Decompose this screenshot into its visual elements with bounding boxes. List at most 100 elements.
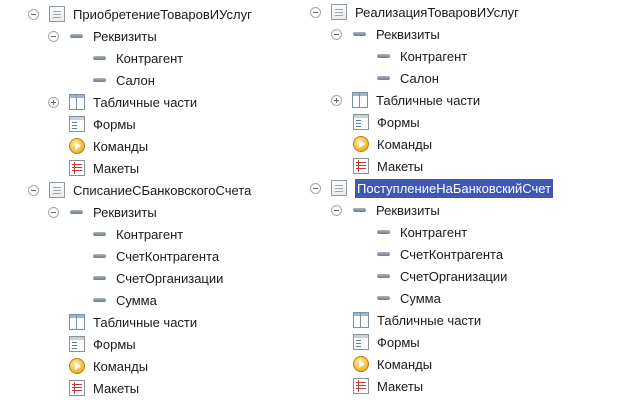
requisite-item[interactable]: СчетКонтрагента	[376, 243, 503, 265]
requisites-label[interactable]: Реквизиты	[93, 29, 157, 44]
document-node[interactable]: ПриобретениеТоваровИУслуг	[28, 3, 252, 25]
requisite-label[interactable]: Сумма	[400, 291, 441, 306]
requisites-node[interactable]: Реквизиты	[331, 23, 440, 45]
template-icon	[69, 160, 85, 176]
templates-label[interactable]: Макеты	[377, 159, 423, 174]
commands-label[interactable]: Команды	[93, 359, 148, 374]
document-name[interactable]: СписаниеСБанковскогоСчета	[73, 183, 251, 198]
command-icon	[69, 358, 85, 374]
document-node[interactable]: РеализацияТоваровИУслуг	[310, 1, 519, 23]
requisite-item[interactable]: Контрагент	[92, 47, 183, 69]
collapse-toggle-icon[interactable]	[48, 206, 59, 218]
templates-node[interactable]: Макеты	[69, 377, 139, 399]
requisite-item[interactable]: СчетКонтрагента	[92, 245, 219, 267]
requisite-item[interactable]: Контрагент	[376, 45, 467, 67]
document-name-selected[interactable]: ПоступлениеНаБанковскийСчет	[355, 178, 554, 198]
attribute-icon	[92, 292, 108, 308]
templates-node[interactable]: Макеты	[353, 155, 423, 177]
requisites-label[interactable]: Реквизиты	[93, 205, 157, 220]
collapse-toggle-icon[interactable]	[28, 184, 39, 196]
collapse-toggle-icon[interactable]	[28, 8, 39, 20]
commands-node[interactable]: Команды	[353, 133, 432, 155]
document-name[interactable]: РеализацияТоваровИУслуг	[355, 5, 519, 20]
tabular-parts-label[interactable]: Табличные части	[93, 315, 197, 330]
requisite-item[interactable]: Сумма	[92, 289, 157, 311]
tabular-parts-node[interactable]: Табличные части	[331, 89, 480, 111]
collapse-toggle-icon[interactable]	[331, 28, 342, 40]
forms-label[interactable]: Формы	[93, 337, 136, 352]
requisite-item[interactable]: Контрагент	[376, 221, 467, 243]
commands-node[interactable]: Команды	[353, 353, 432, 375]
form-icon	[69, 116, 85, 132]
document-icon	[49, 182, 65, 198]
table-icon	[69, 314, 85, 330]
forms-node[interactable]: Формы	[353, 331, 420, 353]
templates-label[interactable]: Макеты	[93, 161, 139, 176]
tabular-parts-label[interactable]: Табличные части	[376, 93, 480, 108]
requisite-item[interactable]: Контрагент	[92, 223, 183, 245]
commands-label[interactable]: Команды	[377, 357, 432, 372]
commands-label[interactable]: Команды	[93, 139, 148, 154]
commands-node[interactable]: Команды	[69, 355, 148, 377]
requisites-icon	[352, 202, 368, 218]
requisite-label[interactable]: СчетКонтрагента	[400, 247, 503, 262]
requisite-label[interactable]: СчетОрганизации	[116, 271, 223, 286]
commands-label[interactable]: Команды	[377, 137, 432, 152]
requisites-node[interactable]: Реквизиты	[331, 199, 440, 221]
requisite-item[interactable]: СчетОрганизации	[376, 265, 507, 287]
forms-label[interactable]: Формы	[377, 115, 420, 130]
tabular-parts-node[interactable]: Табличные части	[48, 91, 197, 113]
attribute-icon	[376, 70, 392, 86]
document-name[interactable]: ПриобретениеТоваровИУслуг	[73, 7, 252, 22]
templates-label[interactable]: Макеты	[377, 379, 423, 394]
collapse-toggle-icon[interactable]	[48, 30, 59, 42]
requisites-icon	[69, 28, 85, 44]
requisite-label[interactable]: СчетОрганизации	[400, 269, 507, 284]
requisite-item[interactable]: Сумма	[376, 287, 441, 309]
requisites-node[interactable]: Реквизиты	[48, 25, 157, 47]
form-icon	[353, 334, 369, 350]
tabular-parts-node[interactable]: Табличные части	[69, 311, 197, 333]
document-icon	[331, 4, 347, 20]
templates-node[interactable]: Макеты	[353, 375, 423, 397]
forms-label[interactable]: Формы	[377, 335, 420, 350]
expand-toggle-icon[interactable]	[331, 94, 342, 106]
requisites-icon	[352, 26, 368, 42]
requisite-label[interactable]: Салон	[400, 71, 439, 86]
forms-node[interactable]: Формы	[69, 113, 136, 135]
template-icon	[69, 380, 85, 396]
requisite-item[interactable]: Салон	[376, 67, 439, 89]
requisite-label[interactable]: Контрагент	[116, 51, 183, 66]
requisite-item[interactable]: Салон	[92, 69, 155, 91]
requisite-label[interactable]: Контрагент	[116, 227, 183, 242]
templates-node[interactable]: Макеты	[69, 157, 139, 179]
templates-label[interactable]: Макеты	[93, 381, 139, 396]
command-icon	[69, 138, 85, 154]
tabular-parts-label[interactable]: Табличные части	[93, 95, 197, 110]
collapse-toggle-icon[interactable]	[310, 182, 321, 194]
document-node[interactable]: ПоступлениеНаБанковскийСчет	[310, 177, 554, 199]
forms-node[interactable]: Формы	[353, 111, 420, 133]
requisite-label[interactable]: Контрагент	[400, 49, 467, 64]
requisite-label[interactable]: Сумма	[116, 293, 157, 308]
document-node[interactable]: СписаниеСБанковскогоСчета	[28, 179, 251, 201]
requisites-node[interactable]: Реквизиты	[48, 201, 157, 223]
forms-node[interactable]: Формы	[69, 333, 136, 355]
requisites-label[interactable]: Реквизиты	[376, 27, 440, 42]
requisite-label[interactable]: Салон	[116, 73, 155, 88]
collapse-toggle-icon[interactable]	[331, 204, 342, 216]
requisite-label[interactable]: СчетКонтрагента	[116, 249, 219, 264]
forms-label[interactable]: Формы	[93, 117, 136, 132]
requisite-item[interactable]: СчетОрганизации	[92, 267, 223, 289]
collapse-toggle-icon[interactable]	[310, 6, 321, 18]
requisites-label[interactable]: Реквизиты	[376, 203, 440, 218]
table-icon	[353, 312, 369, 328]
attribute-icon	[376, 290, 392, 306]
form-icon	[69, 336, 85, 352]
table-icon	[69, 94, 85, 110]
commands-node[interactable]: Команды	[69, 135, 148, 157]
expand-toggle-icon[interactable]	[48, 96, 59, 108]
requisite-label[interactable]: Контрагент	[400, 225, 467, 240]
tabular-parts-label[interactable]: Табличные части	[377, 313, 481, 328]
tabular-parts-node[interactable]: Табличные части	[353, 309, 481, 331]
